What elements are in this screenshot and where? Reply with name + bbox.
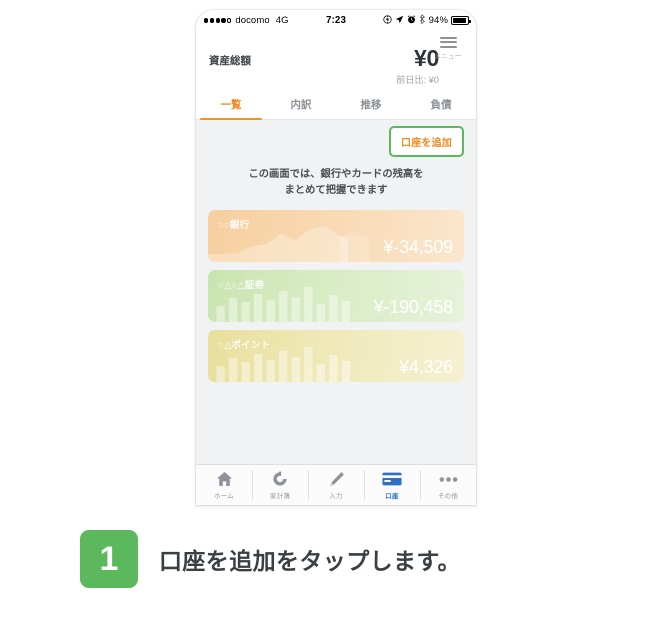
refresh-circle-icon (272, 471, 288, 488)
tab-fusai-label: 負債 (430, 99, 452, 111)
description-line-1: この画面では、銀行やカードの残高を (248, 169, 424, 180)
credit-card-icon (382, 471, 402, 488)
asset-delta-label: 前日比: ¥0 (396, 75, 439, 85)
account-card-points[interactable]: ○△ポイント ¥4,326 (208, 329, 464, 382)
bottom-tab-input-label: 入力 (329, 492, 343, 500)
asset-summary-row: 資産総額 ¥0 (209, 34, 465, 70)
step-instruction-text: 口座を追加をタップします。 (159, 548, 461, 574)
ellipsis-icon (439, 471, 458, 488)
step-instruction: 1 口座を追加をタップします。 (80, 530, 461, 588)
account-card-amount: ¥-190,458 (373, 296, 453, 317)
target-icon (383, 14, 392, 27)
tab-suii[interactable]: 推移 (336, 90, 406, 119)
account-card-amount: ¥-34,509 (383, 236, 454, 257)
bottom-tab-home-label: ホーム (214, 492, 234, 500)
menu-button[interactable]: メニュー (431, 35, 465, 60)
account-card-bank[interactable]: ○○銀行 ¥-34,509 (208, 209, 464, 262)
bottom-tab-bar: ホーム 家計簿 入力 口座 その他 (196, 464, 476, 505)
bottom-tab-input[interactable]: 入力 (308, 465, 364, 505)
bottom-tab-kakeibo-label: 家計簿 (269, 492, 291, 500)
bottom-tab-other[interactable]: その他 (420, 465, 476, 505)
account-card-list: ○○銀行 ¥-34,509 ○△○△証券 ¥-190,458 ○△ポイント ¥4… (208, 209, 464, 382)
battery-icon (451, 16, 471, 25)
tab-suii-label: 推移 (360, 99, 382, 111)
status-bar-right: 94% (383, 14, 471, 27)
step-number-badge: 1 (80, 530, 138, 588)
bottom-tab-kakeibo[interactable]: 家計簿 (252, 465, 308, 505)
phone-mockup: docomo 4G 7:23 94% メニュー 資産総額 ¥0 前日比: ¥0 … (196, 10, 476, 505)
bottom-tab-other-label: その他 (437, 492, 459, 500)
status-bar: docomo 4G 7:23 94% (196, 10, 476, 31)
account-card-name: ○○銀行 (218, 219, 250, 231)
location-arrow-icon (395, 15, 404, 27)
battery-percent-label: 94% (428, 15, 448, 26)
bottom-tab-home[interactable]: ホーム (196, 465, 252, 505)
tab-uchiwake[interactable]: 内訳 (266, 90, 336, 119)
segment-tab-bar: 一覧 内訳 推移 負債 (196, 90, 476, 120)
menu-button-label: メニュー (434, 53, 462, 61)
hamburger-icon (431, 35, 465, 48)
tab-ichiran-label: 一覧 (220, 99, 242, 111)
tab-fusai[interactable]: 負債 (406, 90, 476, 119)
description-line-2: まとめて把握できます (284, 184, 388, 196)
add-account-button[interactable]: 口座を追加 (389, 126, 464, 157)
account-card-name: ○△○△証券 (218, 279, 265, 291)
account-card-securities[interactable]: ○△○△証券 ¥-190,458 (208, 269, 464, 322)
alarm-clock-icon (407, 14, 416, 27)
bluetooth-icon (419, 14, 426, 27)
bottom-tab-account-label: 口座 (385, 492, 399, 500)
asset-total-label: 資産総額 (209, 55, 251, 67)
account-list-content: 口座を追加 この画面では、銀行やカードの残高を まとめて把握できます ○○銀行 … (196, 120, 476, 464)
bottom-tab-account[interactable]: 口座 (364, 465, 420, 505)
add-account-row: 口座を追加 (208, 120, 464, 157)
description-text: この画面では、銀行やカードの残高を まとめて把握できます (208, 167, 464, 199)
tab-uchiwake-label: 内訳 (290, 99, 312, 111)
account-card-name: ○△ポイント (218, 339, 271, 351)
tab-ichiran[interactable]: 一覧 (196, 90, 266, 120)
pencil-icon (328, 471, 345, 488)
account-card-amount: ¥4,326 (399, 356, 453, 377)
home-icon (216, 471, 233, 488)
nav-header: メニュー 資産総額 ¥0 前日比: ¥0 (196, 31, 476, 86)
